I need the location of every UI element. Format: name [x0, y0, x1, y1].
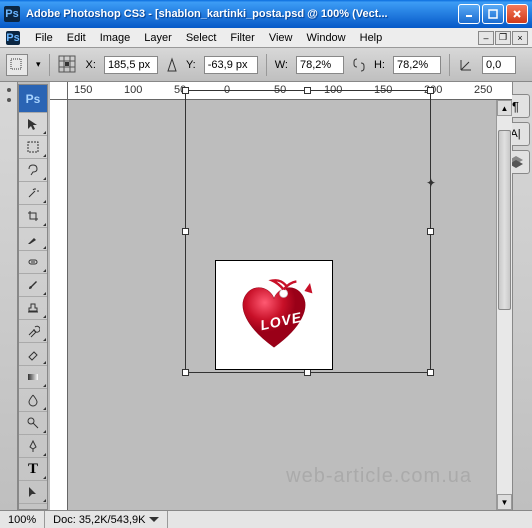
menu-window[interactable]: Window — [300, 30, 353, 46]
canvas-area: 150 100 50 0 50 100 150 200 250 ✦ — [50, 82, 512, 510]
titlebar: Ps Adobe Photoshop CS3 - [shablon_kartin… — [0, 0, 532, 28]
tool-preset-icon[interactable] — [6, 54, 28, 76]
status-bar: 100% Doc: 35,2K/543,9K — [0, 510, 532, 528]
brush-tool[interactable] — [19, 274, 47, 297]
wand-tool[interactable] — [19, 182, 47, 205]
right-panel-strip: ¶ A| — [512, 82, 532, 510]
reference-point-icon[interactable] — [58, 55, 78, 75]
menu-select[interactable]: Select — [179, 30, 224, 46]
menubar: Ps File Edit Image Layer Select Filter V… — [0, 28, 532, 48]
slice-tool[interactable] — [19, 228, 47, 251]
mdi-close-button[interactable]: × — [512, 31, 528, 45]
menu-filter[interactable]: Filter — [223, 30, 261, 46]
mdi-restore-button[interactable]: ❐ — [495, 31, 511, 45]
lasso-tool[interactable] — [19, 159, 47, 182]
crop-tool[interactable] — [19, 205, 47, 228]
maximize-button[interactable] — [482, 4, 504, 24]
window-title: Adobe Photoshop CS3 - [shablon_kartinki_… — [26, 8, 458, 20]
stamp-tool[interactable] — [19, 297, 47, 320]
watermark: web-article.com.ua — [286, 465, 472, 488]
dropdown-icon[interactable]: ▾ — [36, 59, 41, 70]
angle-input[interactable] — [482, 56, 516, 74]
y-label: Y: — [186, 59, 196, 71]
minimize-button[interactable] — [458, 4, 480, 24]
y-input[interactable] — [204, 56, 258, 74]
scrollbar-thumb[interactable] — [498, 130, 511, 310]
mdi-minimize-button[interactable]: – — [478, 31, 494, 45]
type-tool[interactable]: T — [19, 458, 47, 481]
canvas[interactable]: ✦ LOVE — [68, 100, 512, 510]
gradient-tool[interactable] — [19, 366, 47, 389]
menu-view[interactable]: View — [262, 30, 300, 46]
angle-icon — [458, 57, 474, 73]
dock-strip[interactable] — [0, 82, 18, 510]
options-bar: ▾ X: Y: W: H: — [0, 48, 532, 82]
blur-tool[interactable] — [19, 389, 47, 412]
w-input[interactable] — [296, 56, 344, 74]
h-label: H: — [374, 59, 385, 71]
app-menu-icon[interactable]: Ps — [6, 31, 20, 45]
link-icon[interactable] — [352, 56, 366, 74]
x-input[interactable] — [104, 56, 158, 74]
scrollbar-vertical[interactable]: ▲ ▼ — [496, 100, 512, 510]
heal-tool[interactable] — [19, 251, 47, 274]
doc-size[interactable]: Doc: 35,2K/543,9K — [45, 511, 168, 528]
zoom-level[interactable]: 100% — [0, 511, 45, 528]
h-input[interactable] — [393, 56, 441, 74]
toolbox: Ps T — [18, 84, 48, 510]
pen-tool[interactable] — [19, 435, 47, 458]
ruler-origin[interactable] — [50, 82, 68, 100]
menu-image[interactable]: Image — [93, 30, 138, 46]
move-tool[interactable] — [19, 113, 47, 136]
menu-file[interactable]: File — [28, 30, 60, 46]
ruler-vertical[interactable] — [50, 100, 68, 510]
x-label: X: — [86, 59, 96, 71]
app-icon: Ps — [4, 6, 20, 22]
triangle-icon — [166, 56, 178, 74]
chevron-down-icon[interactable] — [149, 517, 159, 522]
dodge-tool[interactable] — [19, 412, 47, 435]
eraser-tool[interactable] — [19, 343, 47, 366]
canvas-image[interactable]: LOVE — [215, 260, 333, 370]
transform-anchor[interactable]: ✦ — [426, 176, 436, 186]
history-brush-tool[interactable] — [19, 320, 47, 343]
close-button[interactable] — [506, 4, 528, 24]
menu-layer[interactable]: Layer — [137, 30, 179, 46]
menu-help[interactable]: Help — [353, 30, 390, 46]
marquee-tool[interactable] — [19, 136, 47, 159]
w-label: W: — [275, 59, 288, 71]
path-select-tool[interactable] — [19, 481, 47, 504]
menu-edit[interactable]: Edit — [60, 30, 93, 46]
ps-logo-tool[interactable]: Ps — [19, 85, 47, 113]
